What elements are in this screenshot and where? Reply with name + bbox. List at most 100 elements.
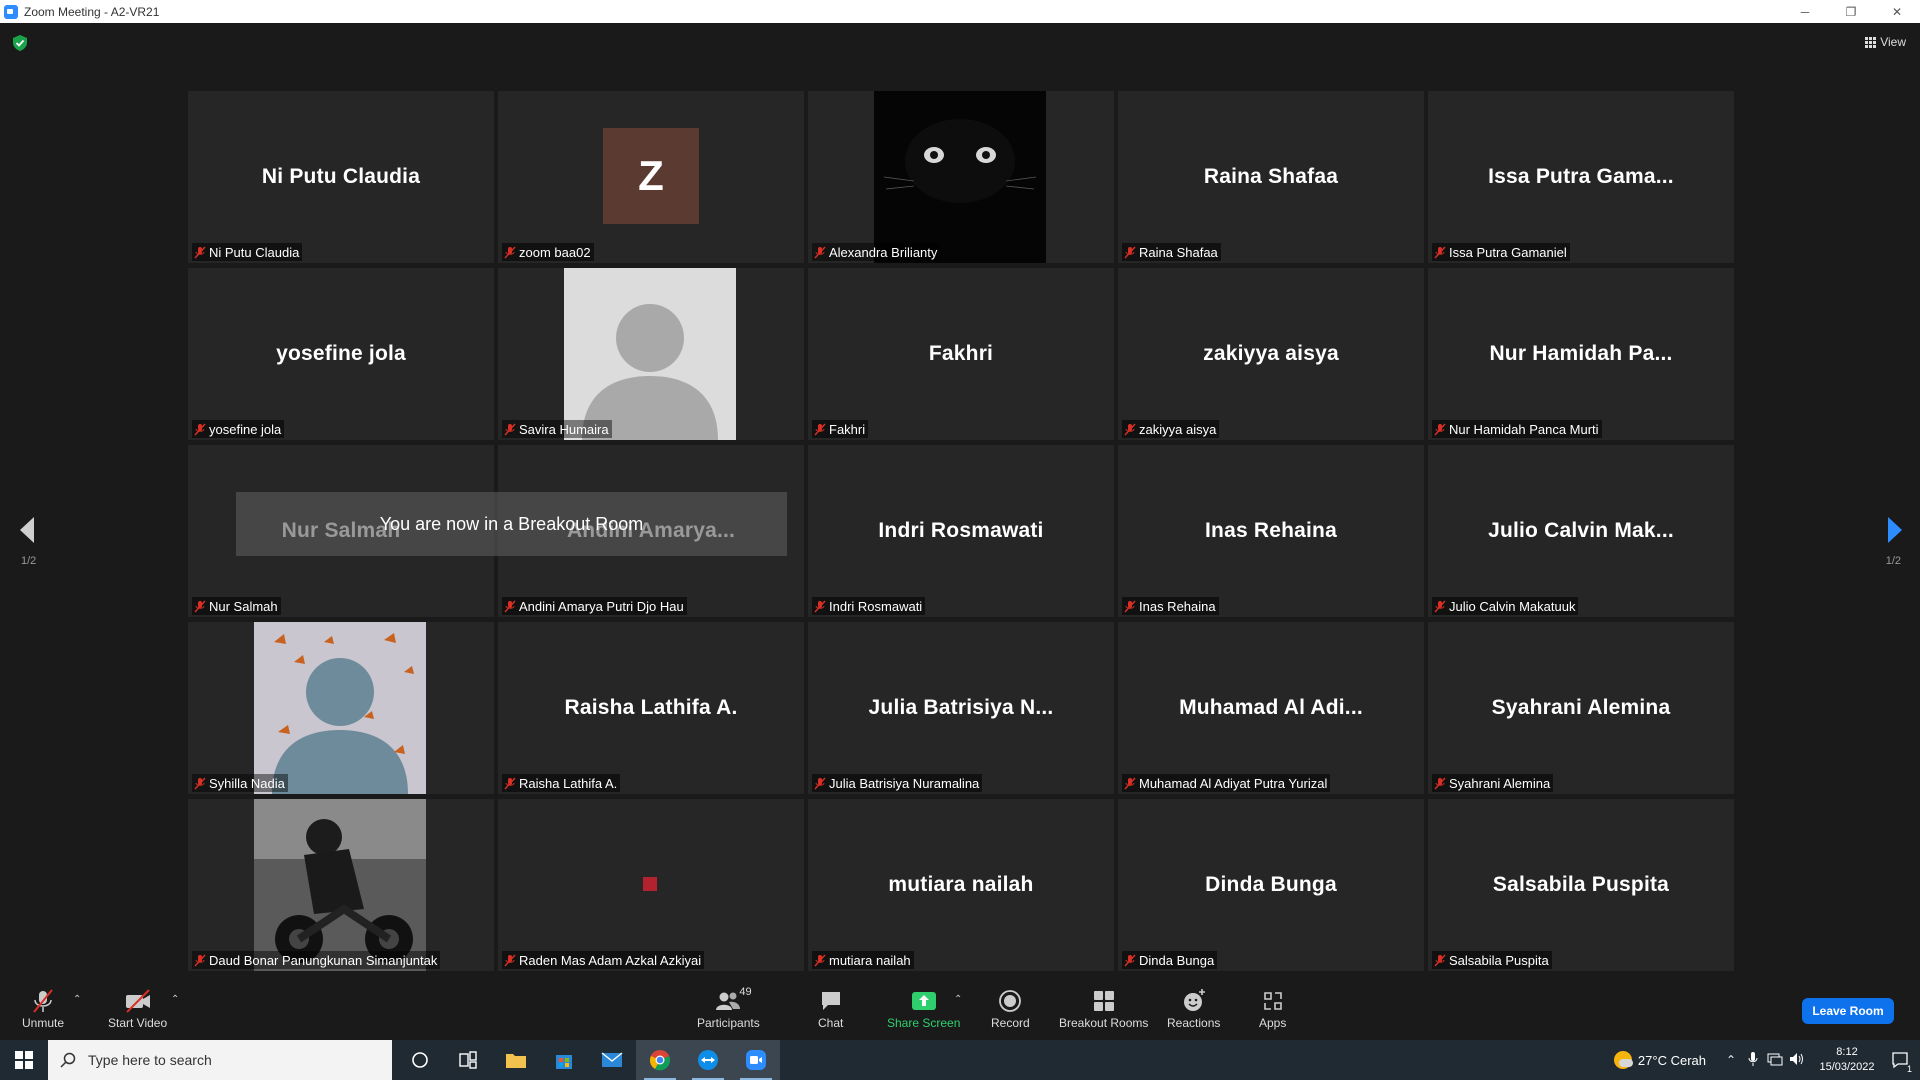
- participant-tile[interactable]: Savira Humaira: [498, 268, 804, 440]
- windows-taskbar: Type here to search 27°C Cerah ⌃ 8:12 15…: [0, 1040, 1920, 1080]
- teamviewer-button[interactable]: [684, 1040, 732, 1080]
- participant-display-name: Indri Rosmawati: [878, 519, 1044, 542]
- audio-options-caret-icon[interactable]: ⌃: [73, 994, 81, 1005]
- view-button[interactable]: View: [1865, 35, 1906, 49]
- participant-tile[interactable]: Julia Batrisiya N... Julia Batrisiya Nur…: [808, 622, 1114, 794]
- security-shield-icon[interactable]: [13, 35, 27, 51]
- zoom-icon: [746, 1050, 766, 1070]
- weather-widget[interactable]: 27°C Cerah: [1613, 1051, 1706, 1069]
- participant-display-name: Julia Batrisiya N...: [868, 696, 1054, 719]
- microphone-tray-icon[interactable]: [1742, 1051, 1764, 1069]
- chrome-icon: [650, 1050, 670, 1071]
- muted-mic-icon: [194, 954, 206, 966]
- leave-room-button[interactable]: Leave Room: [1802, 998, 1894, 1024]
- participant-tile[interactable]: Julio Calvin Mak... Julio Calvin Makatuu…: [1428, 445, 1734, 617]
- participant-name: Indri Rosmawati: [829, 598, 923, 614]
- participant-tile[interactable]: Issa Putra Gama... Issa Putra Gamaniel: [1428, 91, 1734, 263]
- participant-name-label: Alexandra Brilianty: [812, 243, 941, 261]
- page-indicator-left: 1/2: [21, 555, 37, 567]
- participant-tile[interactable]: zakiyya aisya zakiyya aisya: [1118, 268, 1424, 440]
- volume-icon[interactable]: [1786, 1052, 1808, 1069]
- share-options-caret-icon[interactable]: ⌃: [954, 994, 962, 1005]
- taskbar-clock[interactable]: 8:12 15/03/2022: [1814, 1045, 1880, 1075]
- participant-tile[interactable]: Nur Hamidah Pa... Nur Hamidah Panca Murt…: [1428, 268, 1734, 440]
- maximize-button[interactable]: ❐: [1828, 0, 1874, 23]
- participant-tile[interactable]: Fakhri Fakhri: [808, 268, 1114, 440]
- participant-tile[interactable]: Raina Shafaa Raina Shafaa: [1118, 91, 1424, 263]
- participant-display-name: Raisha Lathifa A.: [564, 696, 738, 719]
- participant-name-label: Muhamad Al Adiyat Putra Yurizal: [1122, 774, 1331, 792]
- task-view-button[interactable]: [444, 1040, 492, 1080]
- cortana-button[interactable]: [396, 1040, 444, 1080]
- file-explorer-button[interactable]: [492, 1040, 540, 1080]
- windows-logo-icon: [15, 1051, 33, 1069]
- participant-name-label: zakiyya aisya: [1122, 420, 1220, 438]
- reactions-smiley-icon: [1183, 989, 1205, 1011]
- muted-mic-icon: [194, 423, 206, 435]
- next-page-arrow-icon[interactable]: [1885, 515, 1905, 545]
- participant-tile[interactable]: Indri Rosmawati Indri Rosmawati: [808, 445, 1114, 617]
- participant-name-label: Syhilla Nadia: [192, 774, 288, 792]
- participant-tile[interactable]: Raisha Lathifa A. Raisha Lathifa A.: [498, 622, 804, 794]
- participant-tile[interactable]: Raden Mas Adam Azkal Azkiyai: [498, 799, 804, 971]
- video-options-caret-icon[interactable]: ⌃: [171, 994, 179, 1005]
- reactions-button[interactable]: Reactions: [1167, 988, 1220, 1030]
- chat-label: Chat: [818, 1016, 844, 1030]
- participant-tile[interactable]: Dinda Bunga Dinda Bunga: [1118, 799, 1424, 971]
- participant-tile[interactable]: Syhilla Nadia: [188, 622, 494, 794]
- breakout-rooms-button[interactable]: Breakout Rooms: [1059, 988, 1148, 1030]
- participants-button[interactable]: 49 Participants: [697, 986, 760, 1030]
- participants-icon: [716, 992, 741, 1010]
- muted-mic-icon: [1434, 777, 1446, 789]
- search-icon: [60, 1052, 76, 1068]
- muted-mic-icon: [1124, 777, 1136, 789]
- unmute-button[interactable]: Unmute: [22, 988, 64, 1030]
- chat-button[interactable]: Chat: [818, 988, 843, 1030]
- mail-button[interactable]: [588, 1040, 636, 1080]
- muted-mic-icon: [1124, 246, 1136, 258]
- participant-tile[interactable]: Ni Putu Claudia Ni Putu Claudia: [188, 91, 494, 263]
- share-screen-button[interactable]: Share Screen: [887, 988, 960, 1030]
- participant-display-name: Issa Putra Gama...: [1488, 165, 1674, 188]
- mail-envelope-icon: [601, 1052, 623, 1067]
- action-center-button[interactable]: 1: [1880, 1040, 1920, 1080]
- participant-name-label: Issa Putra Gamaniel: [1432, 243, 1570, 261]
- taskbar-search-box[interactable]: Type here to search: [48, 1040, 392, 1080]
- meeting-toolbar: Unmute ⌃ Start Video ⌃ 49 Participants C…: [0, 980, 1920, 1040]
- participant-tile[interactable]: Salsabila Puspita Salsabila Puspita: [1428, 799, 1734, 971]
- close-button[interactable]: ✕: [1874, 0, 1920, 23]
- apps-button[interactable]: Apps: [1259, 988, 1286, 1030]
- participant-name: mutiara nailah: [829, 952, 911, 968]
- participant-tile[interactable]: Syahrani Alemina Syahrani Alemina: [1428, 622, 1734, 794]
- motorcycle-rider-profile-photo: [254, 799, 426, 971]
- microsoft-store-button[interactable]: [540, 1040, 588, 1080]
- participant-name: Nur Salmah: [209, 598, 278, 614]
- participant-display-name: Raina Shafaa: [1203, 165, 1339, 188]
- network-icon[interactable]: [1764, 1052, 1786, 1069]
- participant-name-label: yosefine jola: [192, 420, 285, 438]
- muted-mic-icon: [504, 954, 516, 966]
- search-placeholder: Type here to search: [88, 1052, 212, 1068]
- show-hidden-icons-chevron-icon[interactable]: ⌃: [1720, 1053, 1742, 1067]
- participant-tile[interactable]: mutiara nailah mutiara nailah: [808, 799, 1114, 971]
- participant-tile[interactable]: Inas Rehaina Inas Rehaina: [1118, 445, 1424, 617]
- zoom-taskbar-button[interactable]: [732, 1040, 780, 1080]
- chrome-button[interactable]: [636, 1040, 684, 1080]
- participant-tile[interactable]: yosefine jola yosefine jola: [188, 268, 494, 440]
- participant-name: Issa Putra Gamaniel: [1449, 244, 1567, 260]
- minimize-button[interactable]: ─: [1782, 0, 1828, 23]
- participant-name-label: Syahrani Alemina: [1432, 774, 1554, 792]
- start-video-button[interactable]: Start Video: [108, 988, 167, 1030]
- participant-name: zoom baa02: [519, 244, 591, 260]
- participant-tile[interactable]: Z zoom baa02: [498, 91, 804, 263]
- record-button[interactable]: Record: [991, 988, 1030, 1030]
- participant-tile[interactable]: Daud Bonar Panungkunan Simanjuntak: [188, 799, 494, 971]
- participant-name: yosefine jola: [209, 421, 282, 437]
- participant-name: Andini Amarya Putri Djo Hau: [519, 598, 684, 614]
- start-button[interactable]: [0, 1040, 48, 1080]
- video-placeholder-icon: [643, 877, 657, 891]
- breakout-rooms-label: Breakout Rooms: [1059, 1016, 1149, 1030]
- participant-tile[interactable]: Muhamad Al Adi... Muhamad Al Adiyat Putr…: [1118, 622, 1424, 794]
- participant-tile[interactable]: Alexandra Brilianty: [808, 91, 1114, 263]
- previous-page-arrow-icon[interactable]: [17, 515, 37, 545]
